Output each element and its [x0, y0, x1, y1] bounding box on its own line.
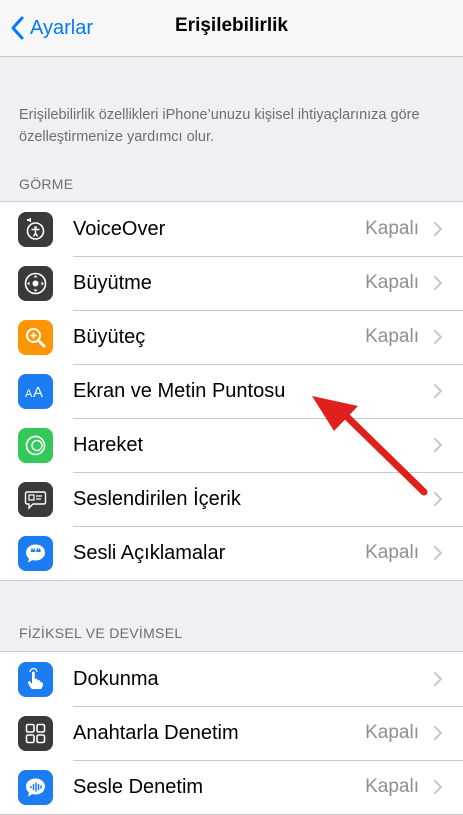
audio-descriptions-icon: ❝❝ — [18, 536, 53, 571]
row-value: Kapalı — [365, 218, 419, 239]
chevron-right-icon — [434, 222, 442, 236]
motion-icon — [18, 428, 53, 463]
chevron-right-icon — [434, 780, 442, 794]
chevron-right-icon — [434, 384, 442, 398]
text-size-icon: A A — [18, 374, 53, 409]
voiceover-icon — [18, 212, 53, 247]
chevron-right-icon — [434, 726, 442, 740]
chevron-right-icon — [434, 276, 442, 290]
chevron-right-icon — [434, 330, 442, 344]
magnifier-icon — [18, 320, 53, 355]
row-label: Sesli Açıklamalar — [73, 541, 226, 564]
svg-text:❝❝: ❝❝ — [30, 548, 41, 559]
chevron-right-icon — [434, 546, 442, 560]
zoom-icon — [18, 266, 53, 301]
svg-text:A: A — [25, 388, 33, 400]
spoken-content-icon — [18, 482, 53, 517]
row-motion[interactable]: Hareket — [0, 418, 463, 472]
row-touch[interactable]: Dokunma — [0, 652, 463, 706]
row-label: Sesle Denetim — [73, 775, 204, 798]
row-value: Kapalı — [365, 272, 419, 293]
navigation-bar: Ayarlar Erişilebilirlik — [0, 0, 463, 57]
row-voice-control[interactable]: Sesle Denetim Kapalı — [0, 760, 463, 814]
row-value: Kapalı — [365, 722, 419, 743]
row-zoom[interactable]: Büyütme Kapalı — [0, 256, 463, 310]
row-label: Büyüteç — [73, 325, 146, 348]
physical-motor-settings-group: Dokunma Anahtarla Denetim Kapalı Sesle D… — [0, 651, 463, 815]
switch-control-icon — [18, 716, 53, 751]
section-header-physical-motor: FİZİKSEL VE DEVİMSEL — [19, 625, 183, 641]
touch-icon — [18, 662, 53, 697]
page-title: Erişilebilirlik — [175, 15, 288, 36]
row-value: Kapalı — [365, 542, 419, 563]
row-label: Seslendirilen İçerik — [73, 487, 241, 510]
vision-settings-group: VoiceOver Kapalı Büyütme Kapalı Büyüteç … — [0, 201, 463, 581]
row-audio-descriptions[interactable]: ❝❝ Sesli Açıklamalar Kapalı — [0, 526, 463, 580]
section-header-vision: GÖRME — [19, 176, 74, 192]
row-display-text-size[interactable]: A A Ekran ve Metin Puntosu — [0, 364, 463, 418]
row-label: Anahtarla Denetim — [73, 721, 239, 744]
row-value: Kapalı — [365, 776, 419, 797]
row-magnifier[interactable]: Büyüteç Kapalı — [0, 310, 463, 364]
row-label: Hareket — [73, 433, 144, 456]
row-switch-control[interactable]: Anahtarla Denetim Kapalı — [0, 706, 463, 760]
row-label: Dokunma — [73, 667, 159, 690]
chevron-right-icon — [434, 492, 442, 506]
svg-text:A: A — [33, 384, 43, 401]
row-label: VoiceOver — [73, 217, 166, 240]
row-voiceover[interactable]: VoiceOver Kapalı — [0, 202, 463, 256]
row-label: Ekran ve Metin Puntosu — [73, 379, 286, 402]
row-value: Kapalı — [365, 326, 419, 347]
row-spoken-content[interactable]: Seslendirilen İçerik — [0, 472, 463, 526]
row-label: Büyütme — [73, 271, 152, 294]
description-text: Erişilebilirlik özellikleri iPhone’unuzu… — [19, 107, 420, 145]
chevron-right-icon — [434, 672, 442, 686]
chevron-right-icon — [434, 438, 442, 452]
